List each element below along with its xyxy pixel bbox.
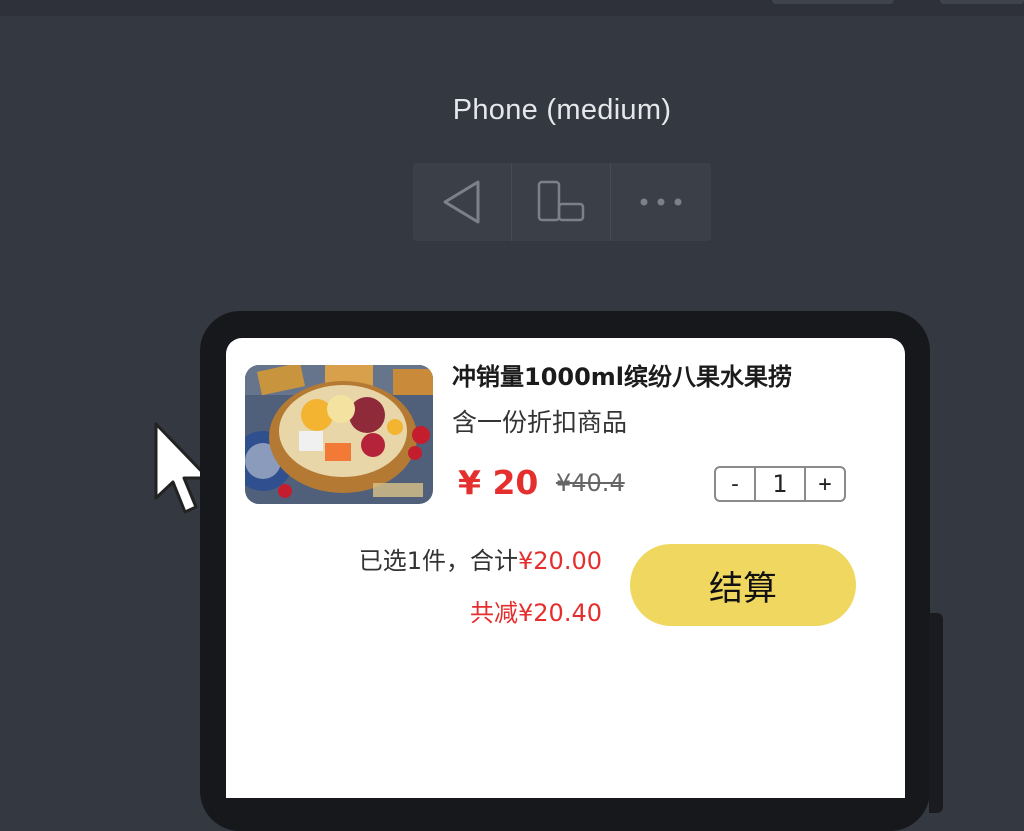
quantity-stepper: - 1 + [714, 466, 846, 502]
product-subtitle: 含一份折扣商品 [452, 408, 628, 437]
decrease-button[interactable]: - [716, 468, 754, 500]
total-price: ¥20.00 [518, 547, 602, 575]
top-tab[interactable] [772, 0, 894, 4]
product-price: ¥ 20 [458, 463, 539, 502]
order-summary: 已选1件，合计¥20.00 [226, 541, 602, 576]
fruit-bowl-image [245, 365, 433, 504]
selected-count-text: 已选1件，合计 [358, 547, 519, 575]
more-dots-icon [640, 198, 681, 206]
product-image[interactable] [245, 365, 433, 504]
increase-button[interactable]: + [806, 468, 844, 500]
top-tab[interactable] [940, 0, 1024, 4]
original-price: ¥40.4 [556, 469, 625, 497]
quantity-value[interactable]: 1 [754, 468, 806, 500]
back-triangle-icon [443, 180, 480, 224]
rotate-device-button[interactable] [512, 163, 611, 241]
checkout-button[interactable]: 结算 [630, 544, 856, 626]
product-title: 冲销量1000ml缤纷八果水果捞 [452, 363, 793, 391]
phone-screen: 冲销量1000ml缤纷八果水果捞 含一份折扣商品 ¥ 20 ¥40.4 - 1 … [226, 338, 905, 798]
back-button[interactable] [413, 163, 512, 241]
discount-total: 共减¥20.40 [470, 599, 602, 627]
more-button[interactable] [611, 163, 710, 241]
top-bar [0, 0, 1024, 16]
rotate-device-icon [537, 180, 585, 222]
phone-side-button [929, 613, 943, 813]
device-toolbar [413, 163, 711, 241]
device-label: Phone (medium) [452, 94, 672, 126]
